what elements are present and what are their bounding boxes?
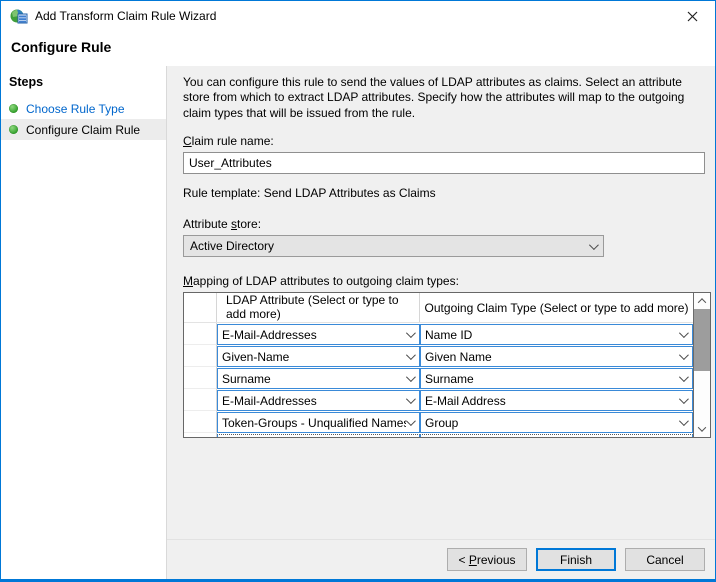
table-vertical-scrollbar[interactable] bbox=[693, 293, 710, 437]
attribute-store-value: Active Directory bbox=[190, 239, 274, 253]
step-status-dot bbox=[9, 104, 18, 113]
chevron-down-icon bbox=[406, 394, 416, 404]
scroll-up-button[interactable] bbox=[694, 293, 710, 309]
outgoing-claim-combobox[interactable]: Name ID bbox=[420, 324, 693, 345]
app-icon bbox=[10, 8, 28, 24]
main-panel: You can configure this rule to send the … bbox=[167, 66, 715, 579]
row-selector-cell[interactable] bbox=[184, 323, 217, 345]
row-selector-cell[interactable] bbox=[184, 389, 217, 411]
content-area: Steps Choose Rule Type Configure Claim R… bbox=[1, 66, 715, 579]
close-icon bbox=[687, 11, 698, 22]
row-selector-cell[interactable] bbox=[184, 433, 217, 437]
outgoing-claim-combobox[interactable]: Surname bbox=[420, 368, 693, 389]
chevron-down-icon bbox=[679, 350, 689, 360]
chevron-down-icon bbox=[698, 423, 706, 431]
chevron-up-icon bbox=[698, 298, 706, 306]
claim-rule-name-input[interactable] bbox=[183, 152, 705, 174]
sidebar-item-choose-rule-type[interactable]: Choose Rule Type bbox=[1, 98, 166, 119]
row-selector-cell[interactable] bbox=[184, 411, 217, 433]
chevron-down-icon bbox=[406, 372, 416, 382]
outgoing-claim-combobox[interactable]: Group bbox=[420, 412, 693, 433]
chevron-down-icon bbox=[406, 416, 416, 426]
table-row-new-partial bbox=[184, 433, 693, 437]
table-row: Surname Surname bbox=[184, 367, 693, 389]
chevron-down-icon bbox=[679, 416, 689, 426]
step-label: Configure Claim Rule bbox=[26, 123, 140, 137]
mapping-table-header: LDAP Attribute (Select or type to add mo… bbox=[184, 293, 693, 323]
steps-title: Steps bbox=[1, 75, 166, 98]
scrollbar-thumb[interactable] bbox=[694, 309, 710, 371]
ldap-attribute-combobox[interactable]: Surname bbox=[217, 368, 420, 389]
title-bar: Add Transform Claim Rule Wizard bbox=[1, 1, 715, 31]
table-row: Token-Groups - Unqualified Names Group bbox=[184, 411, 693, 433]
mapping-table: LDAP Attribute (Select or type to add mo… bbox=[183, 292, 711, 438]
sidebar-item-configure-claim-rule[interactable]: Configure Claim Rule bbox=[1, 119, 166, 140]
attribute-store-dropdown[interactable]: Active Directory bbox=[183, 235, 604, 257]
wizard-window: Add Transform Claim Rule Wizard Configur… bbox=[0, 0, 716, 582]
step-status-dot bbox=[9, 125, 18, 134]
scroll-down-button[interactable] bbox=[694, 421, 710, 437]
scrollbar-track[interactable] bbox=[694, 309, 710, 421]
column-header-ldap-attribute: LDAP Attribute (Select or type to add mo… bbox=[217, 293, 420, 322]
ldap-attribute-combobox[interactable]: E-Mail-Addresses bbox=[217, 324, 420, 345]
chevron-down-icon bbox=[679, 328, 689, 338]
chevron-down-icon bbox=[406, 350, 416, 360]
previous-button[interactable]: < Previous bbox=[447, 548, 527, 571]
page-title: Configure Rule bbox=[1, 31, 715, 66]
ldap-attribute-combobox[interactable]: Given-Name bbox=[217, 346, 420, 367]
claim-rule-name-label: Claim rule name: bbox=[183, 134, 705, 148]
ldap-attribute-combobox[interactable]: Token-Groups - Unqualified Names bbox=[217, 412, 420, 433]
ldap-attribute-combobox[interactable]: E-Mail-Addresses bbox=[217, 390, 420, 411]
table-row: E-Mail-Addresses E-Mail Address bbox=[184, 389, 693, 411]
outgoing-claim-combobox[interactable]: E-Mail Address bbox=[420, 390, 693, 411]
rule-description: You can configure this rule to send the … bbox=[183, 75, 705, 121]
chevron-down-icon bbox=[589, 240, 599, 250]
close-button[interactable] bbox=[670, 1, 715, 31]
wizard-footer: < Previous Finish Cancel bbox=[167, 539, 715, 579]
finish-button[interactable]: Finish bbox=[536, 548, 616, 571]
row-selector-header bbox=[184, 293, 217, 322]
attribute-store-label: Attribute store: bbox=[183, 217, 705, 231]
outgoing-claim-combobox[interactable]: Given Name bbox=[420, 346, 693, 367]
cancel-button[interactable]: Cancel bbox=[625, 548, 705, 571]
window-title: Add Transform Claim Rule Wizard bbox=[35, 9, 216, 23]
rule-template-text: Rule template: Send LDAP Attributes as C… bbox=[183, 186, 705, 200]
row-selector-cell[interactable] bbox=[184, 367, 217, 389]
mapping-label: Mapping of LDAP attributes to outgoing c… bbox=[183, 274, 705, 288]
column-header-outgoing-claim-type: Outgoing Claim Type (Select or type to a… bbox=[420, 293, 693, 322]
ldap-attribute-combobox[interactable] bbox=[217, 434, 420, 437]
chevron-down-icon bbox=[679, 394, 689, 404]
outgoing-claim-combobox[interactable] bbox=[420, 434, 693, 437]
chevron-down-icon bbox=[679, 372, 689, 382]
table-row: Given-Name Given Name bbox=[184, 345, 693, 367]
table-row: E-Mail-Addresses Name ID bbox=[184, 323, 693, 345]
step-label: Choose Rule Type bbox=[26, 102, 125, 116]
chevron-down-icon bbox=[406, 328, 416, 338]
row-selector-cell[interactable] bbox=[184, 345, 217, 367]
steps-sidebar: Steps Choose Rule Type Configure Claim R… bbox=[1, 66, 167, 579]
